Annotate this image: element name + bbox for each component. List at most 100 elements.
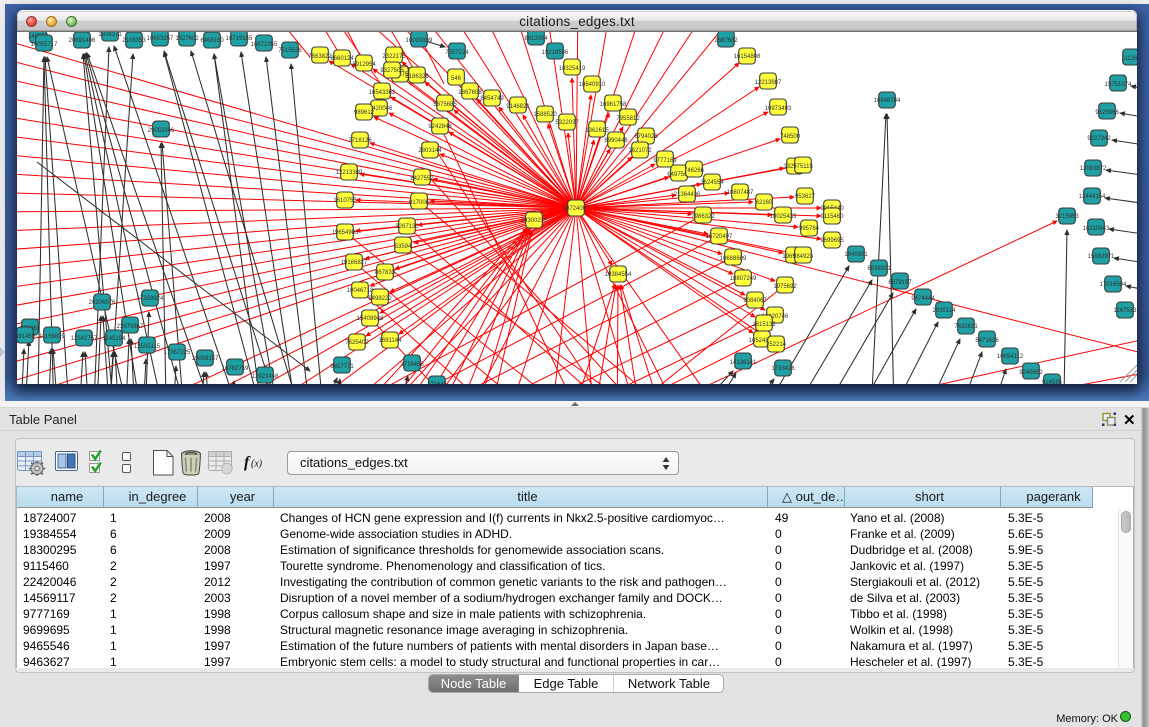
svg-text:10807487: 10807487 [727,190,754,196]
svg-text:18807249: 18807249 [730,276,757,282]
svg-text:111267: 111267 [1121,56,1137,62]
svg-text:8471626: 8471626 [975,338,999,344]
svg-text:2718126: 2718126 [348,138,372,144]
svg-text:867833: 867833 [375,270,396,276]
svg-text:6679197: 6679197 [888,280,912,286]
svg-text:20691406: 20691406 [69,38,96,44]
svg-text:23975867: 23975867 [117,324,144,330]
svg-text:3716485: 3716485 [400,362,424,368]
svg-text:1938371: 1938371 [98,32,122,38]
svg-text:12444154: 12444154 [1079,194,1106,200]
svg-text:12093872: 12093872 [1080,166,1107,172]
svg-text:1588520: 1588520 [533,112,557,118]
svg-text:10025433: 10025433 [770,214,797,220]
svg-text:7986322: 7986322 [691,214,715,220]
svg-text:16671355: 16671355 [251,42,278,48]
svg-text:7663822: 7663822 [308,54,332,60]
svg-text:9699695: 9699695 [820,238,844,244]
svg-text:2106353: 2106353 [122,38,146,44]
svg-text:3215953: 3215953 [1055,214,1079,220]
svg-text:9657771: 9657771 [330,364,354,370]
svg-text:18640910: 18640910 [579,82,606,88]
svg-text:9327505: 9327505 [380,68,404,74]
svg-text:14136141: 14136141 [730,360,757,366]
svg-text:11156829: 11156829 [39,334,65,340]
svg-text:6466160: 6466160 [200,38,224,44]
svg-text:16961758: 16961758 [600,102,627,108]
svg-text:15720407: 15720407 [706,234,733,240]
svg-text:371645: 371645 [427,382,448,384]
svg-text:10688609: 10688609 [720,256,747,262]
svg-text:1691144: 1691144 [379,338,403,344]
svg-text:10973493: 10973493 [765,106,792,112]
svg-text:7955812: 7955812 [616,116,640,122]
svg-text:1975692: 1975692 [773,284,797,290]
svg-text:12923448: 12923448 [252,374,279,380]
svg-text:3624554: 3624554 [700,180,724,186]
svg-text:62160: 62160 [756,200,773,206]
svg-text:15409948: 15409948 [357,316,384,322]
svg-text:9146821: 9146821 [506,104,530,110]
svg-text:9329966: 9329966 [1095,110,1119,116]
svg-text:17357225: 17357225 [164,350,191,356]
svg-text:19654983: 19654983 [332,230,359,236]
svg-text:10325419: 10325419 [559,66,586,72]
svg-text:10654112: 10654112 [997,354,1024,360]
svg-text:8938921: 8938921 [867,266,891,272]
svg-text:29300215: 29300215 [521,218,548,224]
svg-text:15751074: 15751074 [1105,82,1132,88]
svg-text:12342757: 12342757 [71,336,98,342]
svg-text:1640951: 1640951 [844,252,868,258]
svg-text:391459: 391459 [17,334,36,340]
svg-text:29053346: 29053346 [148,128,175,134]
svg-text:546: 546 [451,76,462,82]
svg-text:8186328: 8186328 [405,74,429,80]
svg-text:16033809: 16033809 [406,38,433,44]
svg-text:2867608: 2867608 [458,90,482,96]
svg-text:20206576: 20206576 [89,300,116,306]
svg-text:9084067: 9084067 [743,298,767,304]
svg-text:8660124: 8660124 [330,56,354,62]
svg-text:16782759: 16782759 [222,366,249,372]
svg-text:15692971: 15692971 [1088,254,1115,260]
svg-text:16648784: 16648784 [874,98,901,104]
svg-text:19218506: 19218506 [542,50,569,56]
svg-text:924565: 924565 [1042,380,1063,384]
svg-text:2322175: 2322175 [382,54,406,60]
svg-text:17016504: 17016504 [1100,282,1127,288]
svg-text:7625402: 7625402 [345,340,369,346]
svg-text:18724007: 18724007 [563,206,590,212]
svg-text:16154808: 16154808 [734,54,761,60]
svg-text:746266: 746266 [684,168,705,174]
svg-text:53594: 53594 [395,244,412,250]
svg-text:8427552: 8427552 [410,176,434,182]
svg-text:7515526: 7515526 [278,48,302,54]
svg-text:975115: 975115 [793,164,813,170]
svg-text:12213987: 12213987 [755,80,782,86]
svg-text:817006: 817006 [409,200,430,206]
svg-text:1527602: 1527602 [175,36,199,42]
svg-text:12505115: 12505115 [134,344,161,350]
svg-text:748500: 748500 [780,134,801,140]
svg-text:9777169: 9777169 [653,158,677,164]
svg-text:7357224: 7357224 [445,50,469,56]
svg-text:1621072: 1621072 [628,148,652,154]
svg-text:5875685: 5875685 [433,102,457,108]
svg-text:1733426: 1733426 [771,366,795,372]
svg-text:7632621: 7632621 [954,324,978,330]
svg-text:2935114: 2935114 [933,308,957,314]
svg-text:f: f [244,454,251,471]
svg-text:1610755: 1610755 [333,198,357,204]
svg-text:1362615: 1362615 [585,128,609,134]
svg-text:16210643: 16210643 [1083,226,1110,232]
svg-text:6794028: 6794028 [634,134,658,140]
svg-text:19384554: 19384554 [605,272,632,278]
svg-text:10653257: 10653257 [147,36,174,42]
svg-text:1167533: 1167533 [1114,308,1137,314]
svg-text:10046718: 10046718 [347,288,374,294]
svg-text:16543362: 16543362 [369,90,396,96]
svg-text:9245652: 9245652 [1019,370,1043,376]
svg-text:1145194: 1145194 [103,336,127,342]
svg-text:(x): (x) [251,459,263,470]
svg-text:9242848: 9242848 [428,124,452,130]
